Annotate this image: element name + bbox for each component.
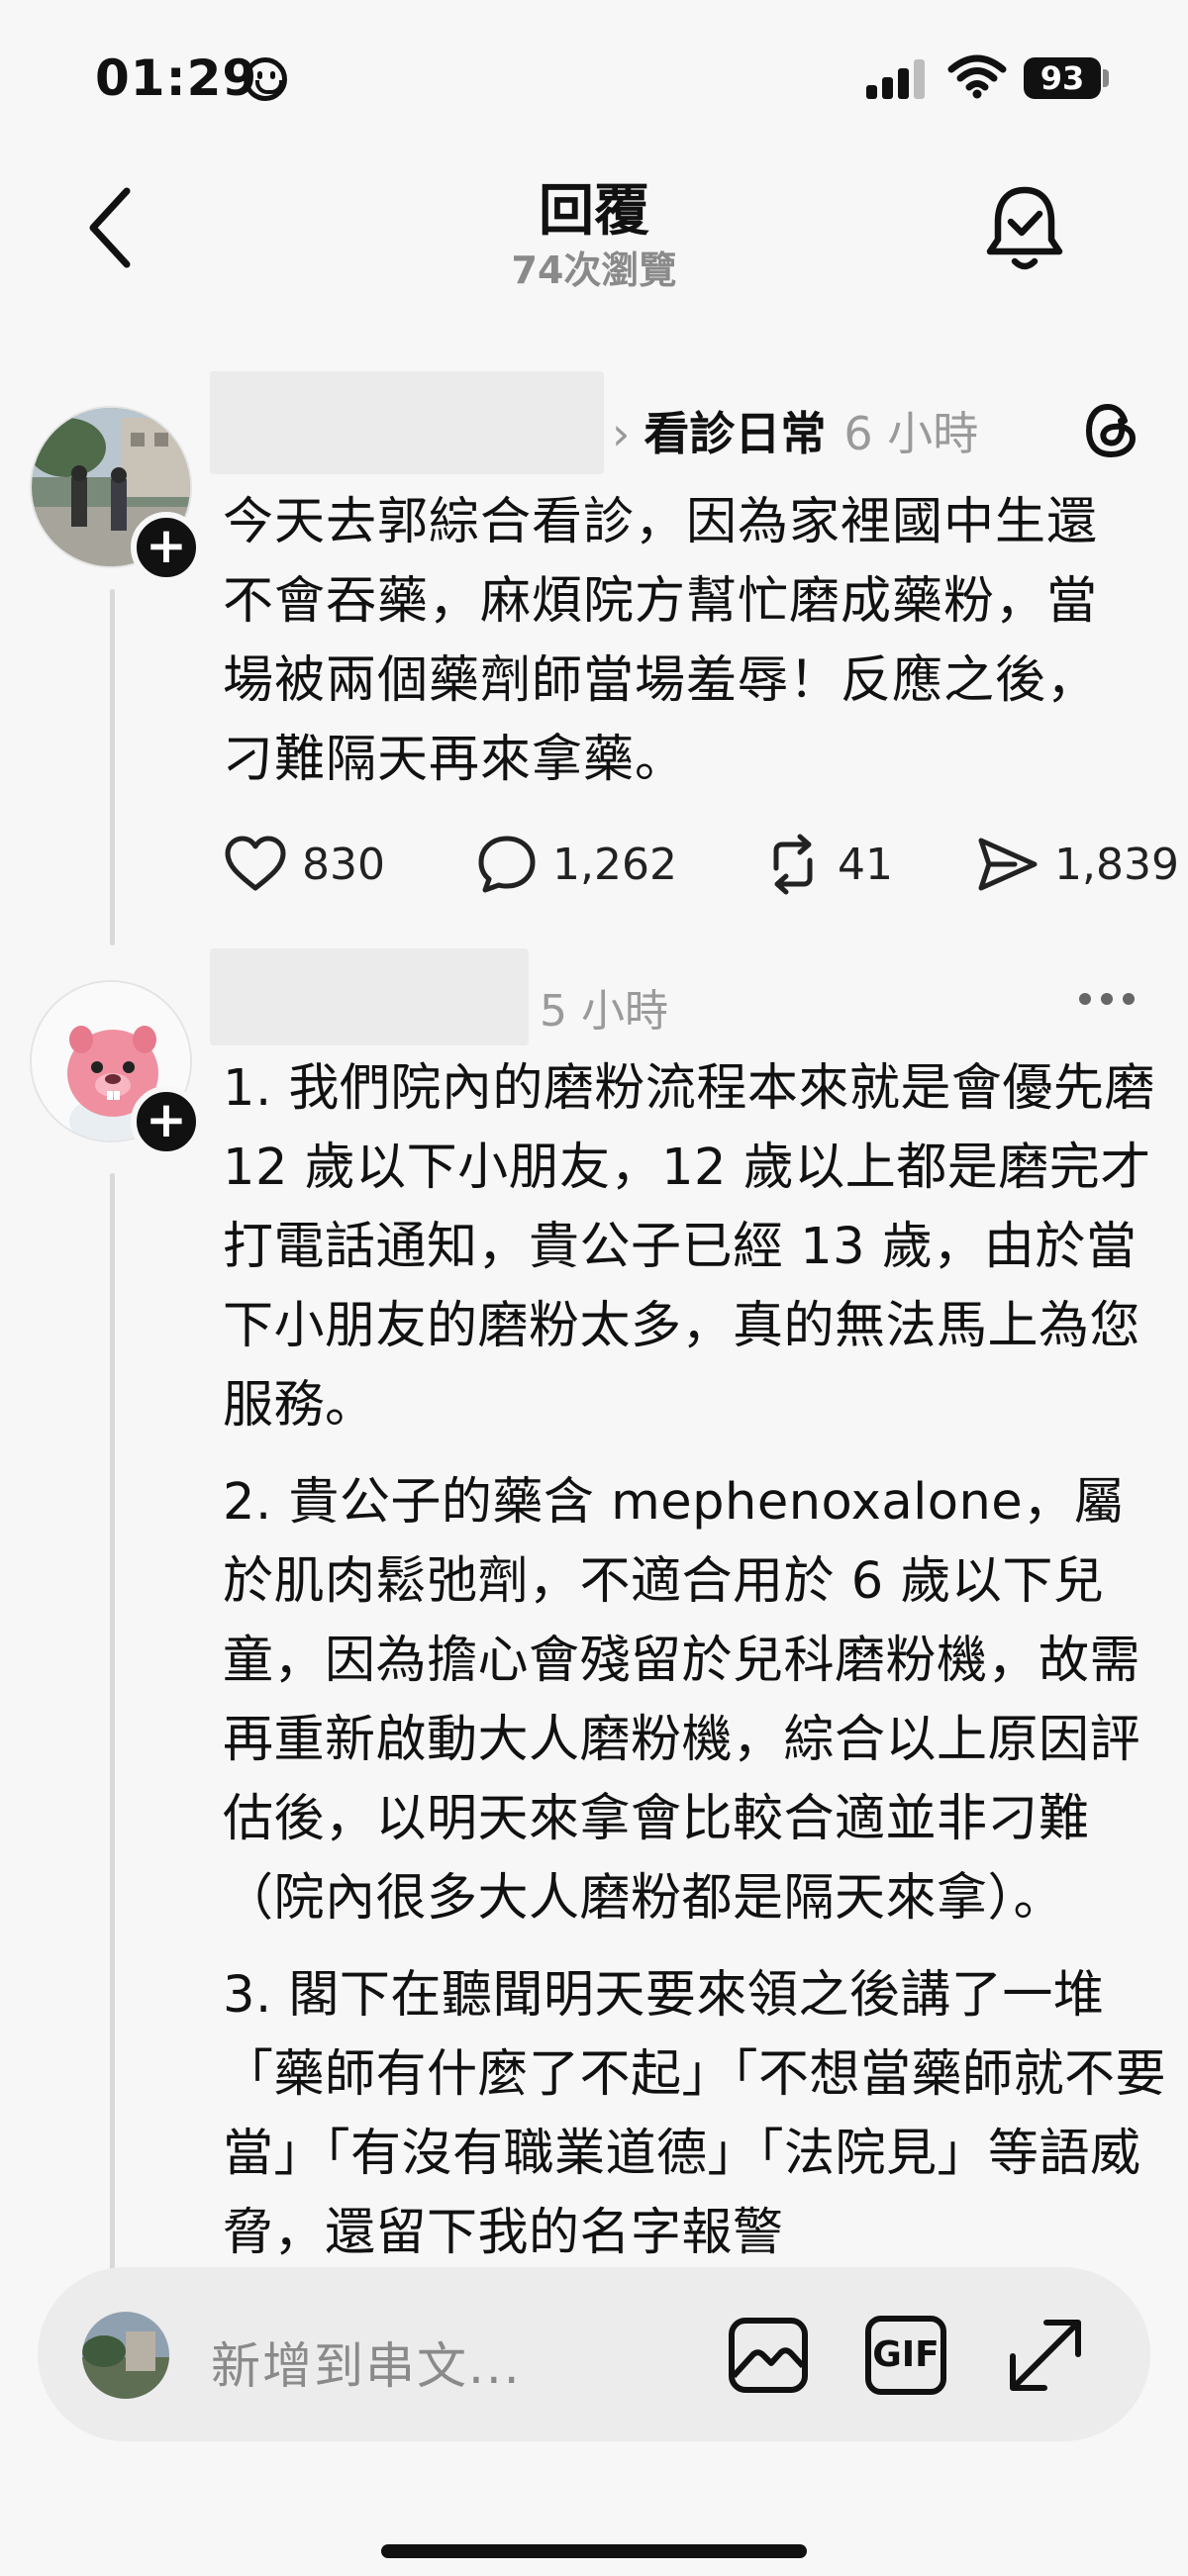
reply-body: 1. 我們院內的磨粉流程本來就是會優先磨 12 歲以下小朋友，12 歲以上都是磨…: [223, 1049, 1173, 2267]
follow-add-button[interactable]: +: [131, 1086, 202, 1157]
composer-avatar: [82, 2312, 169, 2399]
comment-icon: [478, 836, 536, 893]
share-count: 1,839: [1054, 839, 1179, 890]
post-text: 今天去郭綜合看診，因為家裡國中生還不會吞藥，麻煩院方幫忙磨成藥粉，當場被兩個藥劑…: [223, 493, 1099, 789]
reply-paragraph: 3. 閣下在聽聞明天要來領之後講了一堆「藥師有什麼了不起」「不想當藥師就不要當」…: [223, 1966, 1167, 2262]
reply-paragraph: 2. 貴公子的藥含 mephenoxalone，屬於肌肉鬆弛劑，不適合用於 6 …: [223, 1473, 1141, 1928]
thread-line: [110, 1173, 115, 2272]
comment-button[interactable]: 1,262: [475, 830, 677, 899]
gif-button[interactable]: GIF: [865, 2316, 946, 2395]
send-icon: [978, 838, 1038, 891]
repost-count: 41: [838, 839, 893, 890]
reply-composer[interactable]: 新增到串文... GIF: [38, 2267, 1150, 2441]
like-count: 830: [302, 839, 385, 890]
comment-count: 1,262: [552, 839, 677, 890]
status-time: 01:29: [95, 50, 258, 107]
post-meta: › 看診日常 6 小時: [612, 398, 978, 463]
reply-paragraph: 1. 我們院內的磨粉流程本來就是會優先磨 12 歲以下小朋友，12 歲以上都是磨…: [223, 1059, 1155, 1435]
composer-input[interactable]: 新增到串文...: [211, 2327, 522, 2398]
post-time: 6 小時: [843, 407, 979, 460]
heart-icon: [225, 836, 286, 891]
home-indicator[interactable]: [381, 2544, 807, 2558]
reply-time: 5 小時: [540, 986, 668, 1037]
like-button[interactable]: 830: [223, 830, 385, 899]
topic-tag[interactable]: 看診日常: [644, 407, 826, 460]
thread-line: [110, 589, 115, 945]
repost-button[interactable]: 41: [762, 830, 893, 899]
post-actions: 830 1,262 41 1,839: [223, 830, 1188, 899]
bell-check-icon[interactable]: [980, 178, 1069, 277]
wifi-icon: [947, 54, 1007, 99]
more-dots-icon[interactable]: [1079, 985, 1138, 1015]
battery-tip: [1103, 69, 1109, 87]
focus-smiley-icon: [244, 57, 287, 101]
follow-add-button[interactable]: +: [131, 512, 202, 583]
cellular-signal-icon: [866, 57, 926, 99]
image-icon[interactable]: [726, 2313, 811, 2398]
redacted-username: [210, 948, 529, 1045]
battery-indicator: 93: [1024, 57, 1101, 99]
threads-logo-icon[interactable]: [1081, 399, 1144, 462]
repost-icon: [773, 834, 813, 895]
expand-icon[interactable]: [1003, 2313, 1088, 2398]
chevron-right-icon: ›: [612, 407, 631, 460]
share-button[interactable]: 1,839: [975, 830, 1179, 899]
redacted-username: [210, 371, 604, 474]
